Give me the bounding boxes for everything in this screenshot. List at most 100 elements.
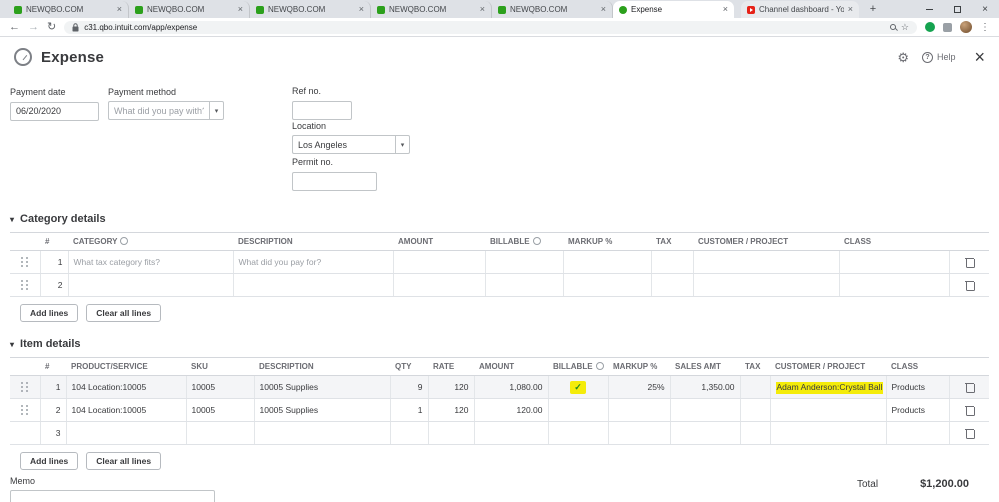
class-cell[interactable]: Products: [885, 375, 950, 399]
drag-handle[interactable]: [10, 375, 40, 399]
payment-method-input[interactable]: [108, 101, 209, 120]
amount-cell[interactable]: 120.00: [473, 398, 548, 422]
tax-cell[interactable]: [739, 375, 770, 399]
customer-cell[interactable]: [692, 273, 839, 297]
clear-all-lines-button[interactable]: Clear all lines: [86, 304, 162, 322]
close-icon[interactable]: ×: [974, 48, 985, 66]
class-cell[interactable]: [885, 421, 950, 445]
qty-cell[interactable]: 9: [389, 375, 428, 399]
category-details-header[interactable]: ▾ Category details: [10, 213, 999, 225]
info-icon[interactable]: [532, 237, 541, 245]
chevron-down-icon[interactable]: ▾: [395, 135, 410, 154]
gear-icon[interactable]: ⚙: [897, 51, 909, 64]
amount-cell[interactable]: [473, 421, 548, 445]
sales-amt-cell[interactable]: [669, 421, 740, 445]
description-cell[interactable]: What did you pay for?: [232, 250, 393, 274]
add-lines-button[interactable]: Add lines: [20, 304, 79, 322]
ref-no-input[interactable]: [292, 100, 352, 120]
browser-tab-3[interactable]: NEWQBO.COM ×: [250, 1, 371, 18]
delete-row-button[interactable]: [949, 421, 989, 445]
sales-amt-cell[interactable]: [669, 398, 740, 422]
back-icon[interactable]: ←: [9, 21, 20, 33]
search-icon[interactable]: [889, 24, 896, 30]
tab-close-icon[interactable]: ×: [848, 5, 853, 14]
extensions-puzzle-icon[interactable]: [943, 22, 952, 32]
customer-cell[interactable]: [692, 250, 839, 274]
forward-icon[interactable]: →: [28, 21, 39, 33]
customer-cell[interactable]: [769, 398, 886, 422]
memo-input[interactable]: [10, 490, 215, 502]
category-cell[interactable]: [67, 273, 233, 297]
markup-cell[interactable]: [562, 250, 651, 274]
customer-cell[interactable]: Adam Anderson:Crystal Ball: [769, 375, 886, 399]
product-cell[interactable]: 104 Location:10005: [65, 375, 186, 399]
description-cell[interactable]: 10005 Supplies: [253, 398, 390, 422]
window-minimize-button[interactable]: [915, 0, 943, 18]
markup-cell[interactable]: [562, 273, 651, 297]
tab-close-icon[interactable]: ×: [601, 5, 606, 14]
tab-close-icon[interactable]: ×: [723, 5, 728, 14]
description-cell[interactable]: [232, 273, 393, 297]
new-tab-button[interactable]: +: [865, 1, 881, 17]
qty-cell[interactable]: [389, 421, 428, 445]
delete-row-button[interactable]: [949, 273, 989, 297]
extension-icon[interactable]: [925, 22, 935, 32]
info-icon[interactable]: [595, 362, 604, 370]
tab-close-icon[interactable]: ×: [359, 5, 364, 14]
billable-cell[interactable]: [484, 250, 563, 274]
amount-cell[interactable]: [392, 273, 485, 297]
payment-date-input[interactable]: [10, 101, 99, 121]
product-cell[interactable]: [65, 421, 186, 445]
description-cell[interactable]: 10005 Supplies: [253, 375, 390, 399]
browser-tab-1[interactable]: NEWQBO.COM ×: [8, 1, 129, 18]
tab-close-icon[interactable]: ×: [480, 5, 485, 14]
tab-close-icon[interactable]: ×: [117, 5, 122, 14]
sku-cell[interactable]: [185, 421, 254, 445]
delete-row-button[interactable]: [949, 375, 989, 399]
tax-cell[interactable]: [650, 250, 693, 274]
clear-all-lines-button[interactable]: Clear all lines: [86, 452, 162, 470]
qty-cell[interactable]: 1: [389, 398, 428, 422]
rate-cell[interactable]: 120: [427, 398, 474, 422]
help-button[interactable]: ? Help: [921, 51, 955, 63]
tax-cell[interactable]: [739, 398, 770, 422]
delete-row-button[interactable]: [949, 250, 989, 274]
chevron-down-icon[interactable]: ▾: [209, 101, 224, 120]
billable-checkbox[interactable]: [547, 421, 608, 445]
permit-no-input[interactable]: [292, 171, 377, 191]
delete-row-button[interactable]: [949, 398, 989, 422]
drag-handle[interactable]: [10, 398, 40, 422]
drag-handle[interactable]: [10, 273, 40, 297]
rate-cell[interactable]: [427, 421, 474, 445]
drag-handle[interactable]: [10, 250, 40, 274]
class-cell[interactable]: Products: [885, 398, 950, 422]
address-bar[interactable]: c31.qbo.intuit.com/app/expense ☆: [64, 20, 917, 34]
browser-tab-youtube[interactable]: Channel dashboard - YouTube S ×: [741, 1, 859, 18]
location-input[interactable]: [292, 135, 395, 154]
item-details-header[interactable]: ▾ Item details: [10, 338, 999, 350]
profile-avatar[interactable]: [960, 21, 972, 33]
class-cell[interactable]: [838, 250, 950, 274]
drag-handle[interactable]: [10, 421, 40, 445]
billable-checkbox[interactable]: [547, 398, 608, 422]
class-cell[interactable]: [838, 273, 950, 297]
browser-menu-icon[interactable]: ⋮: [980, 22, 990, 33]
markup-cell[interactable]: [607, 421, 670, 445]
markup-cell[interactable]: 25%: [607, 375, 670, 399]
refresh-icon[interactable]: ↻: [47, 21, 56, 33]
tab-close-icon[interactable]: ×: [238, 5, 243, 14]
info-icon[interactable]: [120, 237, 129, 245]
category-cell[interactable]: What tax category fits?: [67, 250, 233, 274]
sku-cell[interactable]: 10005: [185, 398, 254, 422]
browser-tab-4[interactable]: NEWQBO.COM ×: [371, 1, 492, 18]
bookmark-star-icon[interactable]: ☆: [901, 22, 909, 33]
amount-cell[interactable]: [392, 250, 485, 274]
markup-cell[interactable]: [607, 398, 670, 422]
billable-checkbox[interactable]: ✓: [547, 375, 608, 399]
browser-tab-5[interactable]: NEWQBO.COM ×: [492, 1, 613, 18]
browser-tab-2[interactable]: NEWQBO.COM ×: [129, 1, 250, 18]
window-close-button[interactable]: ×: [971, 0, 999, 18]
description-cell[interactable]: [253, 421, 390, 445]
browser-tab-active-expense[interactable]: Expense ×: [613, 1, 734, 18]
add-lines-button[interactable]: Add lines: [20, 452, 79, 470]
